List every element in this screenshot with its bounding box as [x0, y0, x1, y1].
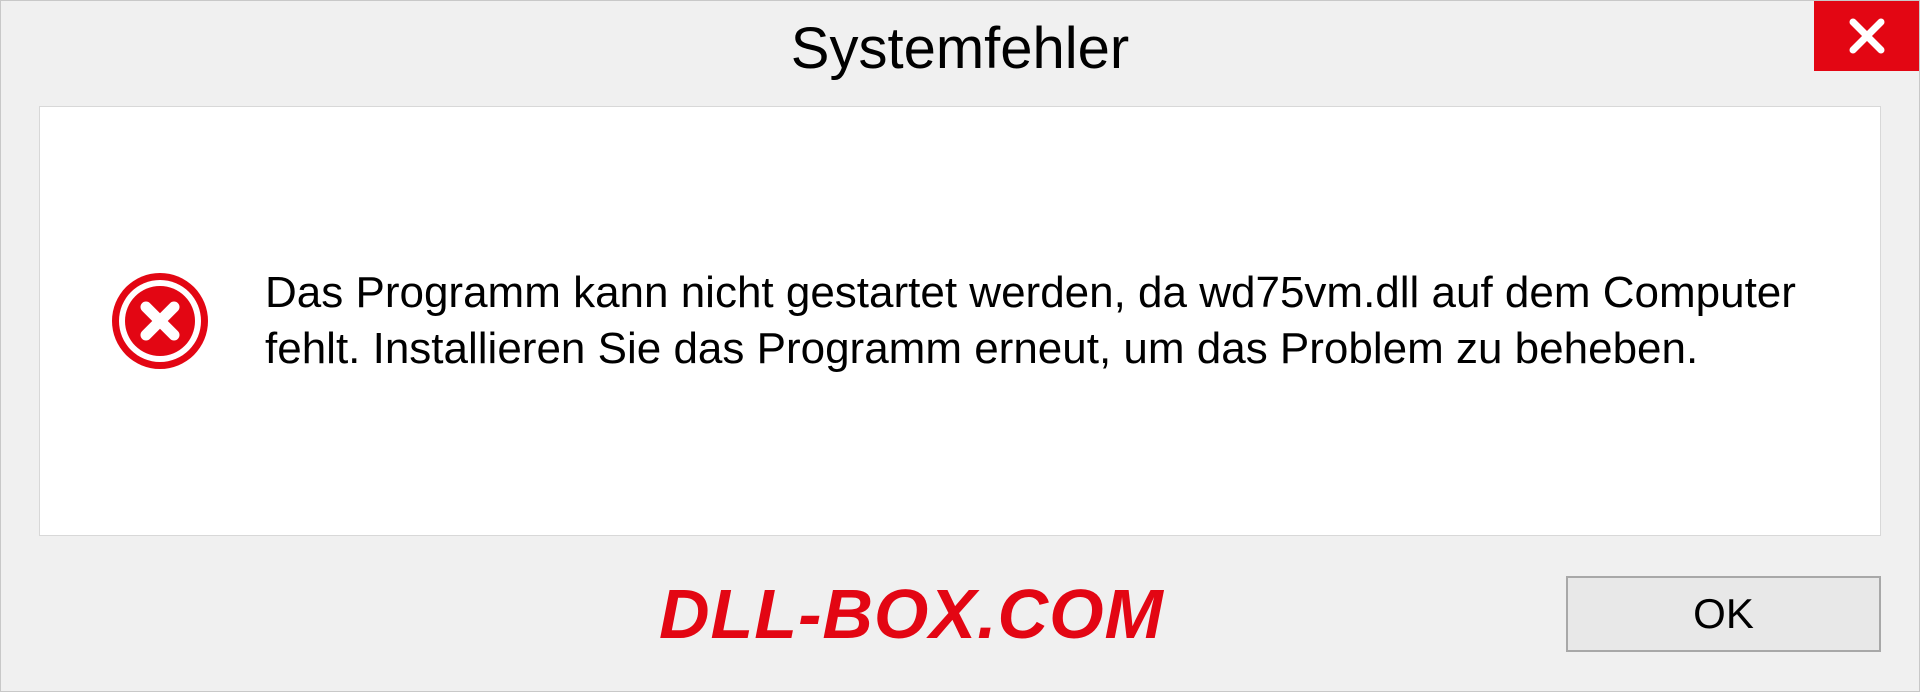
error-icon	[110, 271, 210, 371]
error-dialog: Systemfehler Das Programm kann nicht ges…	[0, 0, 1920, 692]
close-icon	[1845, 14, 1889, 58]
dialog-footer: DLL-BOX.COM OK	[1, 536, 1919, 691]
titlebar: Systemfehler	[1, 1, 1919, 96]
dialog-title: Systemfehler	[791, 15, 1129, 82]
content-panel: Das Programm kann nicht gestartet werden…	[39, 106, 1881, 536]
close-button[interactable]	[1814, 1, 1919, 71]
error-message: Das Programm kann nicht gestartet werden…	[265, 265, 1820, 378]
watermark-text: DLL-BOX.COM	[659, 574, 1164, 654]
ok-button[interactable]: OK	[1566, 576, 1881, 652]
